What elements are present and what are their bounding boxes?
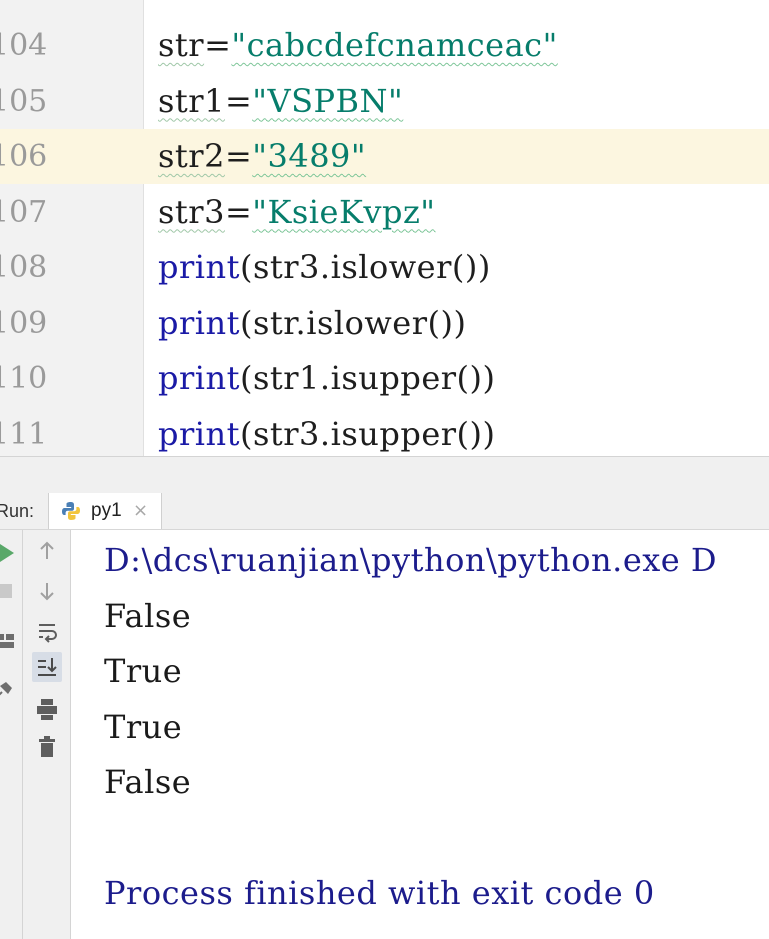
run-tab-py1[interactable]: py1 × [48,493,162,529]
line-number: 107 [0,194,48,230]
console-output-line: False [104,763,192,801]
run-label: Run: [0,501,35,521]
run-actions-toolbar [0,530,23,939]
code-text[interactable]: print(str3.isupper()) [158,407,496,457]
code-line[interactable]: 111 print(str3.isupper()) [0,407,769,457]
console-output[interactable]: D:\dcs\ruanjian\python\python.exe D False… [71,530,769,939]
keyword-token: print [158,359,240,397]
keyword-token: print [158,303,240,342]
line-number: 110 [0,361,48,396]
code-token: str2 [158,137,225,175]
keyword-token: print [158,414,240,453]
line-number: 106 [0,129,143,184]
run-toolbar: Run: py1 × [0,493,769,530]
code-text[interactable]: print(str3.islower()) [158,240,491,295]
code-line[interactable]: 110 print(str1.isupper()) [0,351,769,406]
code-line[interactable]: 105 str1="VSPBN" [0,74,769,129]
code-token: = [224,81,253,120]
code-editor[interactable]: 104str="cabcdefcnamceac"105str1="VSPBN"1… [0,0,769,456]
code-token: str [158,26,205,64]
rerun-icon[interactable] [0,538,24,568]
line-number: 108 [0,250,48,285]
console-actions-toolbar [23,530,71,939]
python-icon [62,502,80,520]
code-token: (str3.islower()) [239,248,491,286]
code-token: (str1.isupper()) [239,359,496,397]
soft-wrap-icon[interactable] [32,616,62,646]
up-arrow-icon[interactable] [32,536,62,566]
string-token: "cabcdefcnamceac" [231,26,558,64]
pin-icon[interactable] [0,674,20,704]
code-text[interactable]: print(str.islower()) [158,296,466,351]
code-token: (str3.isupper()) [239,414,496,453]
code-text[interactable]: str1="VSPBN" [158,74,403,129]
stop-icon[interactable] [0,576,20,606]
code-line[interactable]: 107 str3="KsieKvpz" [0,185,769,240]
code-line[interactable]: 104 str="cabcdefcnamceac" [0,18,769,73]
down-arrow-icon[interactable] [32,576,62,606]
console-output-line: True [104,707,183,746]
run-tab-label: py1 [91,500,122,521]
line-number: 105 [0,83,48,119]
code-line[interactable]: 108 print(str3.islower()) [0,240,769,295]
string-token: "KsieKvpz" [252,192,436,231]
line-number: 111 [0,416,48,452]
line-number: 109 [0,305,48,341]
code-text[interactable]: str3="KsieKvpz" [158,185,436,240]
code-token: = [224,137,253,175]
layout-icon[interactable] [0,626,20,656]
trash-icon[interactable] [32,732,62,762]
keyword-token: print [158,248,240,286]
scroll-to-end-icon[interactable] [32,652,62,682]
console-system-line: Process finished with exit code 0 [104,874,655,912]
console-output-line: True [104,652,183,690]
code-line[interactable]: 109 print(str.islower()) [0,296,769,351]
print-icon[interactable] [32,694,62,724]
string-token: "VSPBN" [252,81,404,120]
console-output-line: False [104,596,192,635]
panel-splitter[interactable] [0,456,769,494]
code-text[interactable]: str="cabcdefcnamceac" [158,18,558,73]
code-text[interactable]: str2="3489" [158,129,366,184]
code-token: str1 [158,81,225,120]
code-line[interactable]: 106 str2="3489" [0,129,769,184]
code-token: = [204,26,232,64]
code-token: str3 [158,192,225,231]
string-token: "3489" [252,137,367,175]
line-number: 104 [0,28,48,63]
code-token: = [224,192,253,231]
code-text[interactable]: print(str1.isupper()) [158,351,496,406]
console-system-line: D:\dcs\ruanjian\python\python.exe D [104,541,718,579]
close-icon[interactable]: × [133,493,148,529]
code-token: (str.islower()) [239,303,467,342]
